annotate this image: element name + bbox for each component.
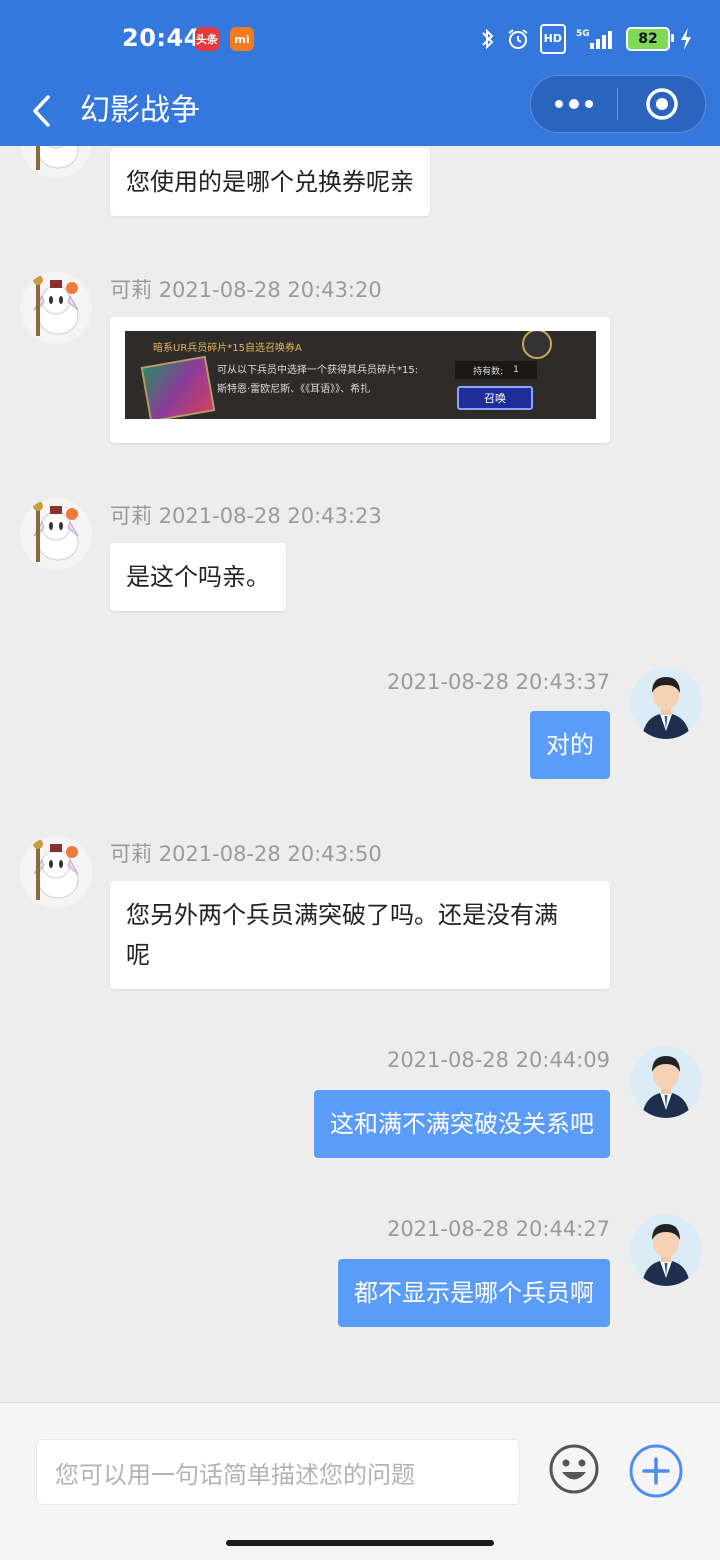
message-time: 2021-08-28 20:44:27	[386, 1217, 610, 1241]
message-line: 呢	[126, 941, 150, 969]
message-time: 2021-08-28 20:43:23	[158, 504, 382, 528]
message-bubble[interactable]: 是这个吗亲。	[110, 543, 286, 611]
message-bubble[interactable]: 您使用的是哪个兑换券呢亲	[110, 148, 430, 216]
message-time: 2021-08-28 20:43:50	[158, 842, 382, 866]
input-bar: 您可以用一句话简单描述您的问题	[0, 1402, 720, 1531]
author-name: 可莉	[110, 842, 152, 866]
message-meta: 可莉 2021-08-28 20:43:50	[110, 838, 382, 868]
agent-avatar[interactable]	[20, 836, 92, 908]
author-name: 可莉	[110, 278, 152, 302]
alarm-icon	[506, 26, 530, 52]
emoji-button[interactable]	[548, 1443, 600, 1495]
item-description: 可从以下兵员中选择一个获得其兵员碎片*15: 斯特恩·雷欧尼斯、《《耳语》》、希…	[217, 361, 418, 399]
page-title: 幻影战争	[80, 93, 200, 128]
message-bubble[interactable]: 这和满不满突破没关系吧	[314, 1090, 610, 1158]
close-miniapp-button[interactable]	[618, 76, 705, 132]
toutiao-app-icon: 头条	[195, 27, 219, 51]
item-desc-line2: 斯特恩·雷欧尼斯、《《耳语》》、希扎	[217, 384, 371, 395]
held-count: 持有数: 1	[455, 361, 537, 379]
agent-avatar[interactable]	[20, 146, 92, 178]
charging-icon	[680, 26, 692, 52]
message-time: 2021-08-28 20:44:09	[386, 1048, 610, 1072]
status-bar: 20:44 头条 mi HD 5G 82	[0, 0, 720, 78]
author-name: 可莉	[110, 504, 152, 528]
summon-button: 召唤	[457, 386, 533, 410]
home-indicator[interactable]	[226, 1540, 494, 1546]
status-time: 20:44	[122, 24, 201, 52]
user-avatar[interactable]	[630, 1214, 702, 1286]
plus-icon	[629, 1444, 683, 1498]
agent-avatar[interactable]	[20, 498, 92, 570]
nav-bar: 幻影战争	[0, 75, 720, 146]
miniapp-capsule	[530, 75, 706, 133]
mi-app-icon: mi	[230, 27, 254, 51]
user-avatar[interactable]	[630, 667, 702, 739]
chat-messages[interactable]: 您使用的是哪个兑换券呢亲 可莉 2021-08-28 20:43:20 暗系UR…	[0, 146, 720, 1402]
message-bubble[interactable]: 对的	[530, 711, 610, 779]
home-indicator-area	[0, 1530, 720, 1560]
signal-icon: 5G	[576, 26, 616, 52]
message-bubble[interactable]: 都不显示是哪个兵员啊	[338, 1259, 610, 1327]
item-title: 暗系UR兵员碎片*15自选召唤券A	[153, 343, 302, 354]
battery-indicator: 82	[626, 27, 674, 51]
more-dots-icon	[555, 99, 593, 109]
message-meta: 可莉 2021-08-28 20:43:20	[110, 274, 382, 304]
back-button[interactable]	[20, 86, 64, 136]
message-time: 2021-08-28 20:43:37	[386, 670, 610, 694]
back-arrow-icon	[33, 95, 50, 127]
close-circle-icon	[645, 88, 678, 120]
image-message[interactable]: 暗系UR兵员碎片*15自选召唤券A 可从以下兵员中选择一个获得其兵员碎片*15:…	[110, 317, 610, 443]
user-avatar[interactable]	[630, 1046, 702, 1118]
agent-avatar[interactable]	[20, 272, 92, 344]
status-icons: HD 5G 82	[480, 24, 692, 54]
svg-text:5G: 5G	[576, 29, 590, 39]
hd-badge: HD	[539, 24, 566, 54]
item-desc-line1: 可从以下兵员中选择一个获得其兵员碎片*15:	[217, 365, 419, 376]
message-input[interactable]: 您可以用一句话简单描述您的问题	[36, 1439, 520, 1505]
held-count-value: 1	[513, 365, 519, 375]
held-count-label: 持有数:	[473, 366, 504, 377]
game-screenshot[interactable]: 暗系UR兵员碎片*15自选召唤券A 可从以下兵员中选择一个获得其兵员碎片*15:…	[125, 331, 596, 419]
emoji-icon	[549, 1444, 599, 1494]
more-button[interactable]	[531, 76, 617, 132]
message-line: 您另外两个兵员满突破了吗。还是没有满	[126, 901, 558, 929]
bluetooth-icon	[480, 26, 496, 52]
message-bubble[interactable]: 您另外两个兵员满突破了吗。还是没有满 呢	[110, 881, 610, 989]
message-meta: 可莉 2021-08-28 20:43:23	[110, 500, 382, 530]
add-attachment-button[interactable]	[628, 1443, 684, 1499]
message-time: 2021-08-28 20:43:20	[158, 278, 382, 302]
voucher-card-image	[140, 355, 216, 419]
magnifier-icon	[522, 331, 552, 359]
